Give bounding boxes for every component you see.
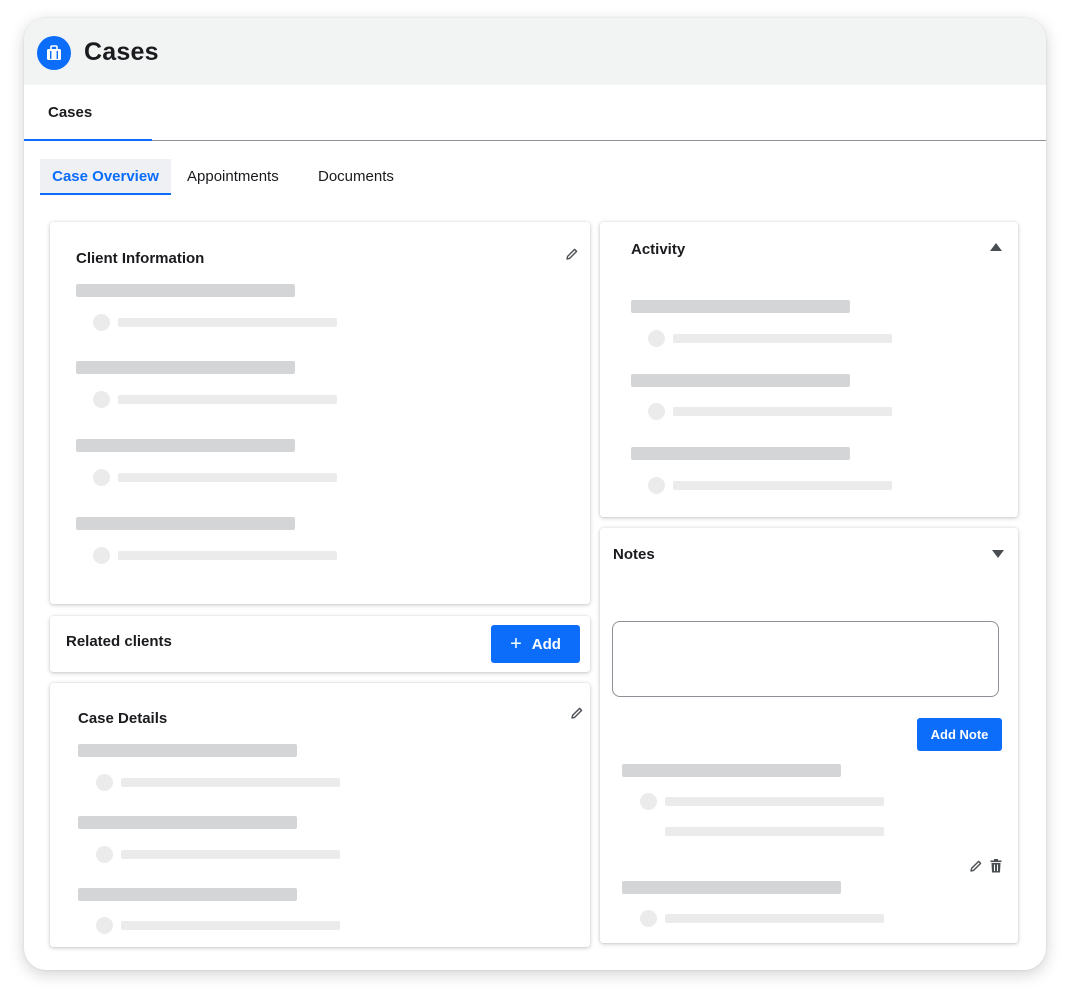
card-title: Activity (631, 241, 686, 258)
add-button-label: Add (531, 635, 561, 653)
briefcase-icon (37, 36, 71, 70)
tab-cases[interactable]: Cases (24, 85, 152, 141)
skeleton-line (78, 744, 297, 757)
skeleton-line (78, 816, 297, 829)
skeleton-line (118, 473, 337, 482)
card-title: Case Details (78, 710, 168, 727)
skeleton-line (622, 764, 841, 777)
case-details-card: Case Details (50, 683, 590, 947)
top-tab-bar: Cases (24, 85, 1046, 141)
skeleton-line (118, 318, 337, 327)
skeleton-line (76, 361, 295, 374)
skeleton-line (673, 407, 892, 416)
app-window: Cases Cases Case Overview Appointments D… (24, 18, 1046, 970)
client-information-card: Client Information (50, 222, 590, 604)
skeleton-line (121, 778, 340, 787)
notes-card: Notes Add Note (600, 528, 1018, 943)
pencil-icon[interactable] (569, 705, 585, 721)
note-textarea[interactable] (612, 621, 999, 697)
card-title: Related clients (66, 633, 172, 650)
skeleton-line (121, 921, 340, 930)
tab-documents[interactable]: Documents (318, 159, 394, 195)
caret-up-icon[interactable] (988, 239, 1004, 255)
skeleton-line (78, 888, 297, 901)
card-title: Client Information (76, 250, 205, 267)
skeleton-line (665, 914, 884, 923)
skeleton-avatar (93, 391, 110, 408)
skeleton-avatar (93, 547, 110, 564)
skeleton-avatar (93, 469, 110, 486)
skeleton-line (665, 827, 884, 836)
trash-icon[interactable] (988, 858, 1004, 874)
skeleton-line (631, 300, 850, 313)
page-title: Cases (84, 38, 159, 66)
skeleton-line (118, 551, 337, 560)
skeleton-avatar (640, 910, 657, 927)
pencil-icon[interactable] (968, 858, 984, 874)
skeleton-line (118, 395, 337, 404)
add-note-button[interactable]: Add Note (917, 718, 1002, 751)
skeleton-line (631, 447, 850, 460)
card-title: Notes (613, 546, 655, 563)
app-header: Cases (24, 18, 1046, 85)
tab-case-overview[interactable]: Case Overview (40, 159, 171, 195)
related-clients-card: Related clients + Add (50, 616, 590, 672)
skeleton-avatar (648, 403, 665, 420)
skeleton-line (665, 797, 884, 806)
activity-card: Activity (600, 222, 1018, 517)
add-related-client-button[interactable]: + Add (491, 625, 580, 663)
skeleton-avatar (648, 477, 665, 494)
skeleton-line (121, 850, 340, 859)
plus-icon: + (510, 633, 522, 655)
skeleton-avatar (96, 917, 113, 934)
skeleton-line (673, 481, 892, 490)
skeleton-line (631, 374, 850, 387)
skeleton-line (76, 284, 295, 297)
skeleton-avatar (640, 793, 657, 810)
skeleton-line (76, 439, 295, 452)
skeleton-avatar (96, 846, 113, 863)
tab-appointments[interactable]: Appointments (187, 159, 279, 195)
skeleton-line (673, 334, 892, 343)
skeleton-avatar (648, 330, 665, 347)
pencil-icon[interactable] (564, 246, 580, 262)
skeleton-line (622, 881, 841, 894)
caret-down-icon[interactable] (990, 546, 1006, 562)
skeleton-avatar (93, 314, 110, 331)
skeleton-line (76, 517, 295, 530)
skeleton-avatar (96, 774, 113, 791)
